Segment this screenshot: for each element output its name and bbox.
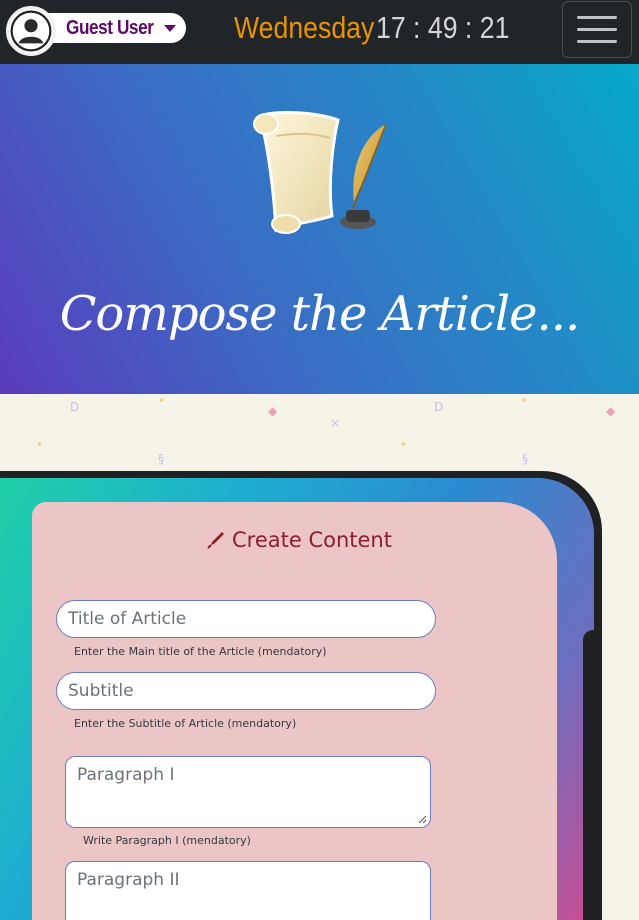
hero-banner: Compose the Article... xyxy=(0,64,639,394)
subtitle-input[interactable]: Subtitle xyxy=(56,672,436,710)
subtitle-hint: Enter the Subtitle of Article (mendatory… xyxy=(74,717,297,730)
paragraph-2-textarea[interactable]: Paragraph II xyxy=(65,861,431,920)
user-name: Guest User xyxy=(66,16,154,39)
user-avatar-icon[interactable] xyxy=(6,6,56,56)
paragraph-1-hint: Write Paragraph I (mendatory) xyxy=(83,834,251,847)
paragraph-1-textarea[interactable]: Paragraph I xyxy=(65,756,431,828)
clock-time: 17 : 49 : 21 xyxy=(376,10,510,45)
decorative-pattern: D • ◆ × D • ◆ • § • § xyxy=(36,394,616,466)
panel-heading: Create Content xyxy=(206,528,392,552)
subtitle-placeholder: Subtitle xyxy=(68,681,134,701)
clock-day: Wednesday xyxy=(234,10,375,45)
paragraph-1-placeholder: Paragraph I xyxy=(77,765,175,785)
pen-icon xyxy=(207,532,224,549)
article-title-input[interactable]: Title of Article xyxy=(56,600,436,638)
card-frame-bar xyxy=(583,630,600,920)
panel-heading-text: Create Content xyxy=(232,528,392,552)
clock: Wednesday 17 : 49 : 21 xyxy=(234,10,509,46)
scroll-quill-icon xyxy=(253,111,387,234)
create-content-panel: Create Content Title of Article Enter th… xyxy=(32,502,557,920)
article-title-hint: Enter the Main title of the Article (men… xyxy=(74,645,327,658)
article-title-placeholder: Title of Article xyxy=(68,609,187,629)
resize-handle-icon[interactable] xyxy=(417,814,427,824)
paragraph-2-placeholder: Paragraph II xyxy=(77,870,180,890)
hamburger-menu-icon[interactable] xyxy=(562,1,632,58)
page-title: Compose the Article... xyxy=(59,286,581,342)
caret-down-icon xyxy=(163,24,176,32)
top-bar: Guest User Wednesday 17 : 49 : 21 xyxy=(0,0,639,64)
